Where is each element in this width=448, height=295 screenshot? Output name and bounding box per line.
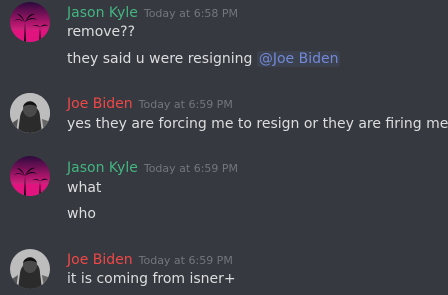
palm-tree-sunset-avatar-icon[interactable] xyxy=(10,156,50,196)
message-header: Jason Kyle Today at 6:58 PM xyxy=(67,2,238,21)
message-text: it is coming from isner+ xyxy=(67,271,236,287)
username[interactable]: Joe Biden xyxy=(67,252,133,268)
timestamp: Today at 6:58 PM xyxy=(143,7,239,20)
grayscale-portrait-avatar-icon[interactable] xyxy=(10,93,50,133)
grayscale-portrait-avatar-icon[interactable] xyxy=(10,249,50,289)
palm-tree-sunset-avatar-icon[interactable] xyxy=(10,2,50,42)
message-header: Jason Kyle Today at 6:59 PM xyxy=(67,157,238,176)
message-text: yes they are forcing me to resign or the… xyxy=(67,116,448,132)
user-mention[interactable]: @Joe Biden xyxy=(256,51,341,67)
message-text: remove?? xyxy=(67,24,136,40)
username[interactable]: Jason Kyle xyxy=(67,5,138,21)
timestamp: Today at 6:59 PM xyxy=(138,98,233,111)
message-text: what xyxy=(67,180,102,196)
message-header: Joe Biden Today at 6:59 PM xyxy=(67,93,233,112)
username[interactable]: Joe Biden xyxy=(67,96,133,112)
message-text-fragment: they said u were resigning xyxy=(67,51,257,67)
username[interactable]: Jason Kyle xyxy=(67,160,138,176)
timestamp: Today at 6:59 PM xyxy=(143,162,239,175)
message-text: who xyxy=(67,206,96,222)
message-header: Joe Biden Today at 6:59 PM xyxy=(67,249,233,268)
message-text: they said u were resigning @Joe Biden xyxy=(67,51,341,67)
timestamp: Today at 6:59 PM xyxy=(138,254,233,267)
